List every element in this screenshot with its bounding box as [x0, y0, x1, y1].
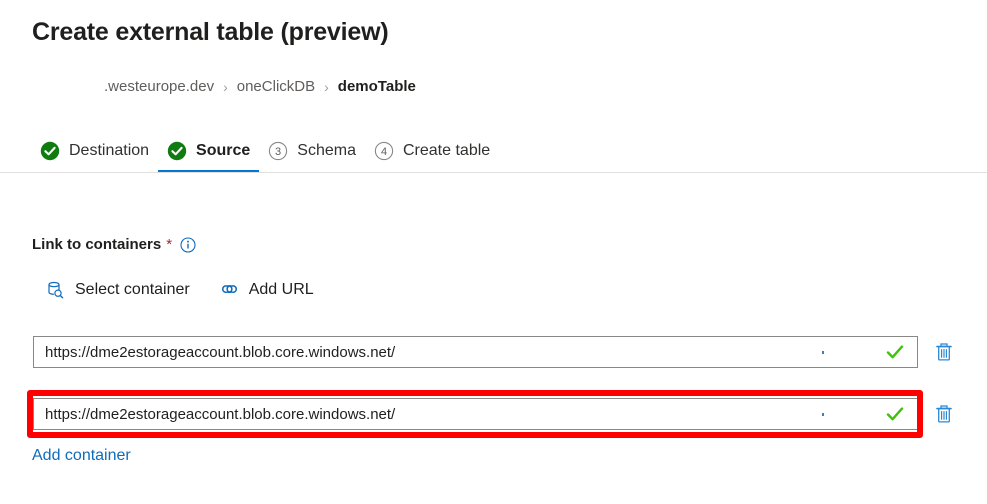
select-container-label: Select container — [75, 281, 190, 298]
breadcrumb-item-table[interactable]: demoTable — [338, 78, 416, 95]
container-url-input[interactable]: https://dme2estorageaccount.blob.core.wi… — [33, 336, 918, 368]
delete-container-button[interactable] — [931, 339, 957, 365]
number-circle-icon: 3 — [268, 141, 288, 161]
select-container-button[interactable]: Select container — [38, 275, 198, 305]
green-check-icon — [884, 403, 906, 425]
container-url-value: https://dme2estorageaccount.blob.core.wi… — [45, 343, 396, 361]
link-to-containers-label: Link to containers * — [32, 236, 196, 253]
container-command-bar: Select container Add URL — [38, 275, 336, 305]
header-divider — [0, 172, 987, 173]
green-check-icon — [884, 341, 906, 363]
breadcrumb: .westeurope.dev › oneClickDB › demoTable — [104, 78, 416, 95]
redaction-artifact — [822, 350, 824, 354]
add-url-label: Add URL — [248, 281, 314, 298]
step-destination[interactable]: Destination — [31, 128, 158, 173]
step-create-table-label: Create table — [403, 141, 491, 159]
svg-text:3: 3 — [275, 146, 281, 158]
breadcrumb-separator-icon: › — [223, 78, 228, 95]
link-icon — [220, 281, 239, 300]
breadcrumb-separator-icon: › — [324, 78, 329, 95]
breadcrumb-item-database[interactable]: oneClickDB — [237, 78, 315, 95]
container-url-list: https://dme2estorageaccount.blob.core.wi… — [0, 336, 987, 460]
step-source[interactable]: Source — [158, 128, 260, 173]
step-source-label: Source — [196, 141, 251, 159]
step-create-table[interactable]: 4 Create table — [365, 128, 499, 173]
page-title: Create external table (preview) — [32, 18, 389, 46]
number-circle-icon: 4 — [374, 141, 394, 161]
add-container-link[interactable]: Add container — [32, 447, 131, 465]
wizard-steps: Destination Source 3 Schema 4 Create tab… — [31, 128, 499, 173]
step-schema-label: Schema — [297, 141, 356, 159]
container-url-row: https://dme2estorageaccount.blob.core.wi… — [0, 336, 987, 368]
container-url-row: https://dme2estorageaccount.blob.core.wi… — [0, 390, 987, 438]
add-url-button[interactable]: Add URL — [212, 275, 322, 305]
redaction-artifact — [822, 412, 824, 416]
check-circle-icon — [167, 141, 187, 161]
container-search-icon — [46, 281, 65, 300]
container-url-value: https://dme2estorageaccount.blob.core.wi… — [45, 405, 396, 423]
step-schema[interactable]: 3 Schema — [259, 128, 365, 173]
step-destination-label: Destination — [69, 141, 150, 159]
info-icon[interactable] — [180, 236, 196, 253]
breadcrumb-item-workspace[interactable]: .westeurope.dev — [104, 78, 214, 95]
check-circle-icon — [40, 141, 60, 161]
required-marker: * — [166, 236, 173, 253]
field-label-text: Link to containers — [32, 236, 162, 253]
svg-text:4: 4 — [381, 146, 387, 158]
delete-container-button[interactable] — [931, 401, 957, 427]
container-url-input[interactable]: https://dme2estorageaccount.blob.core.wi… — [33, 398, 918, 430]
